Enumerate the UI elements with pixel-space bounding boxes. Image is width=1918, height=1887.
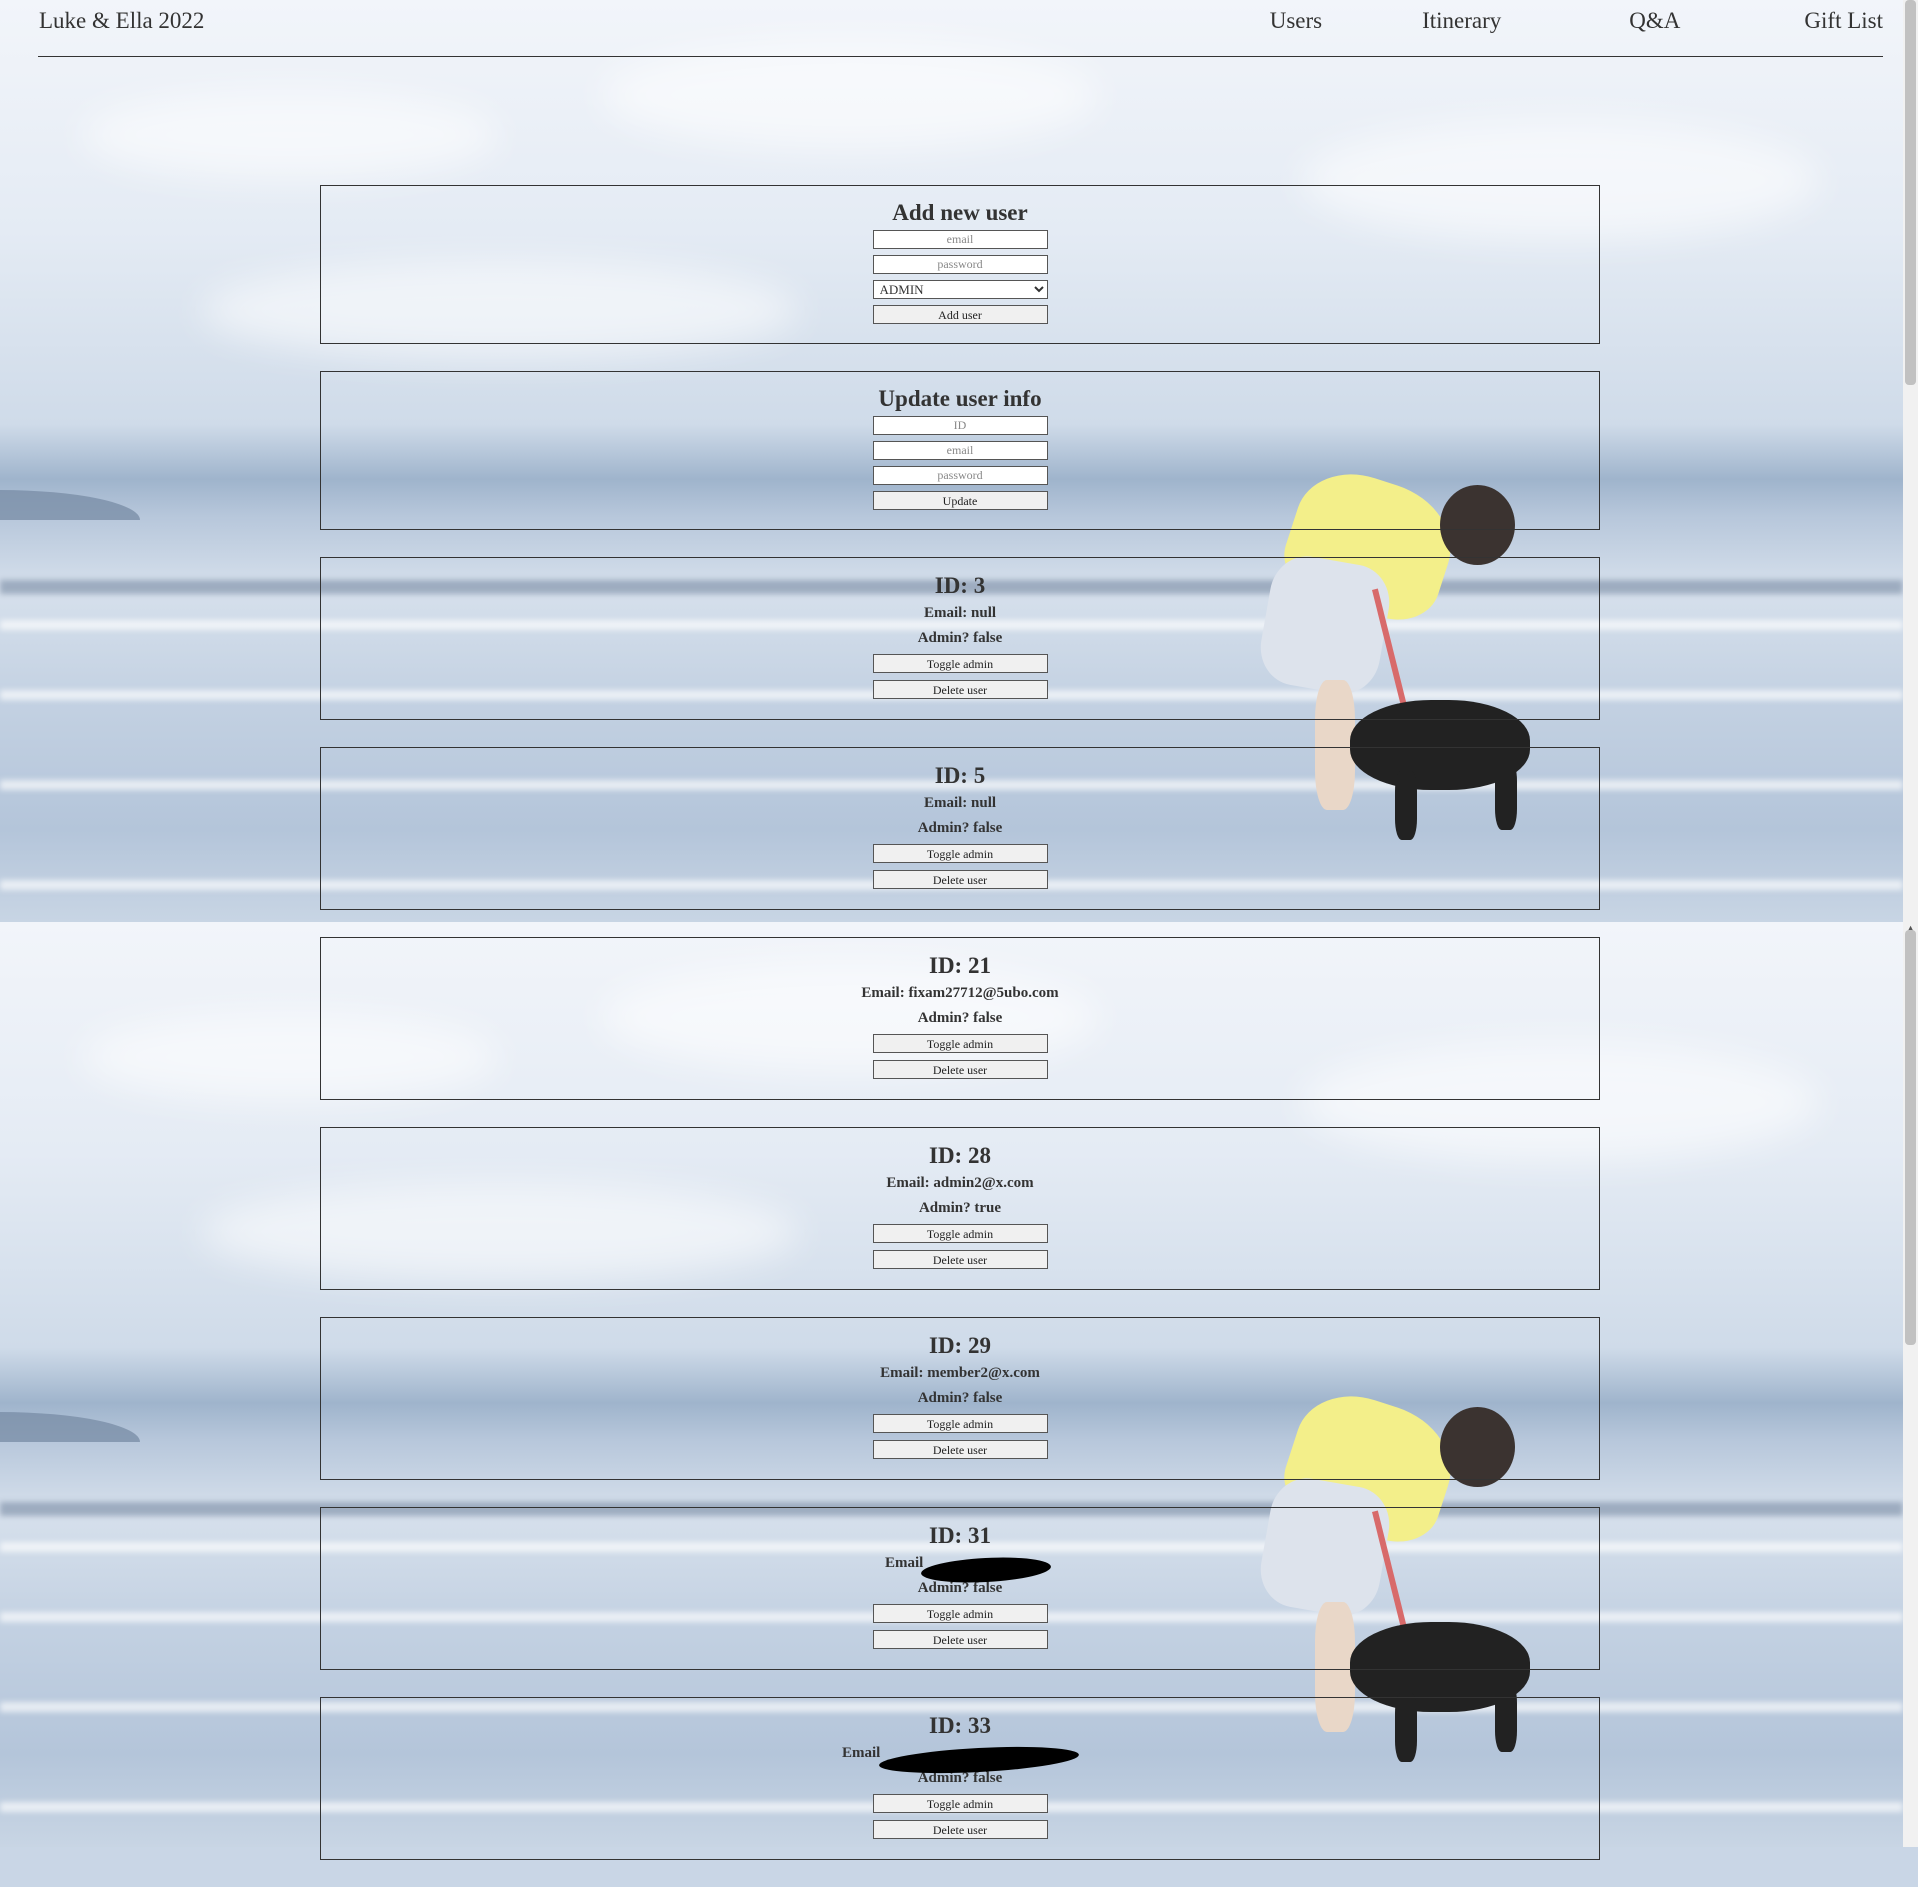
add-email-input[interactable] (872, 230, 1048, 249)
user-admin-status: Admin? true (918, 1200, 1002, 1216)
user-admin-status: Admin? false (917, 1390, 1003, 1406)
delete-user-button[interactable]: Delete user (872, 680, 1048, 699)
delete-user-button[interactable]: Delete user (872, 870, 1048, 889)
user-id: ID: 31 (929, 1523, 991, 1548)
toggle-admin-button[interactable]: Toggle admin (872, 1604, 1048, 1623)
user-admin-status: Admin? false (917, 630, 1003, 646)
user-card: ID: 33 Email Admin? false Toggle admin D… (320, 1697, 1600, 1860)
user-card: ID: 21 Email: fixam27712@5ubo.com Admin?… (320, 937, 1600, 1100)
update-password-input[interactable] (872, 466, 1048, 485)
add-user-button[interactable]: Add user (872, 305, 1048, 324)
toggle-admin-button[interactable]: Toggle admin (872, 1224, 1048, 1243)
user-id: ID: 3 (934, 573, 986, 598)
site-logo-link[interactable]: Luke & Ella 2022 (39, 8, 204, 34)
user-id: ID: 21 (929, 953, 991, 978)
user-admin-status: Admin? false (917, 820, 1003, 836)
user-id: ID: 29 (929, 1333, 991, 1358)
update-user-heading: Update user info (878, 386, 1042, 411)
user-id: ID: 5 (934, 763, 986, 788)
user-email: Email: null (923, 795, 997, 811)
main-nav: Users Itinerary Q&A Gift List (1270, 8, 1883, 34)
site-header: Luke & Ella 2022 Users Itinerary Q&A Gif… (38, 0, 1883, 57)
delete-user-button[interactable]: Delete user (872, 1250, 1048, 1269)
user-id: ID: 33 (929, 1713, 991, 1738)
update-email-input[interactable] (872, 441, 1048, 460)
delete-user-button[interactable]: Delete user (872, 1440, 1048, 1459)
toggle-admin-button[interactable]: Toggle admin (872, 654, 1048, 673)
user-email: Email: null (923, 605, 997, 621)
user-admin-status: Admin? false (917, 1010, 1003, 1026)
toggle-admin-button[interactable]: Toggle admin (872, 1414, 1048, 1433)
user-card: ID: 28 Email: admin2@x.com Admin? true T… (320, 1127, 1600, 1290)
toggle-admin-button[interactable]: Toggle admin (872, 1034, 1048, 1053)
role-select[interactable]: ADMIN (872, 280, 1048, 299)
scrollbar-thumb-lower[interactable] (1905, 930, 1916, 1345)
user-card: ID: 3 Email: null Admin? false Toggle ad… (320, 557, 1600, 720)
user-card: ID: 5 Email: null Admin? false Toggle ad… (320, 747, 1600, 910)
user-email: Email: member2@x.com (880, 1365, 1040, 1381)
nav-gift-list[interactable]: Gift List (1804, 8, 1883, 34)
delete-user-button[interactable]: Delete user (872, 1630, 1048, 1649)
add-user-panel: Add new user ADMIN Add user (320, 185, 1600, 344)
user-email: Email: fixam27712@5ubo.com (861, 985, 1059, 1001)
admin-content: Add new user ADMIN Add user Update user … (320, 185, 1600, 1887)
user-id: ID: 28 (929, 1143, 991, 1168)
user-card: ID: 29 Email: member2@x.com Admin? false… (320, 1317, 1600, 1480)
update-id-input[interactable] (872, 416, 1048, 435)
add-password-input[interactable] (872, 255, 1048, 274)
toggle-admin-button[interactable]: Toggle admin (872, 844, 1048, 863)
nav-itinerary[interactable]: Itinerary (1422, 8, 1501, 34)
scrollbar[interactable]: ▲ (1903, 0, 1918, 1847)
update-button[interactable]: Update (872, 491, 1048, 510)
nav-qa[interactable]: Q&A (1629, 8, 1680, 34)
delete-user-button[interactable]: Delete user (872, 1060, 1048, 1079)
update-user-panel: Update user info Update (320, 371, 1600, 530)
add-user-heading: Add new user (892, 200, 1028, 225)
scrollbar-thumb[interactable] (1905, 0, 1916, 385)
user-card: ID: 31 Email Admin? false Toggle admin D… (320, 1507, 1600, 1670)
user-email: Email: admin2@x.com (886, 1175, 1034, 1191)
nav-users[interactable]: Users (1270, 8, 1322, 34)
toggle-admin-button[interactable]: Toggle admin (872, 1794, 1048, 1813)
delete-user-button[interactable]: Delete user (872, 1820, 1048, 1839)
